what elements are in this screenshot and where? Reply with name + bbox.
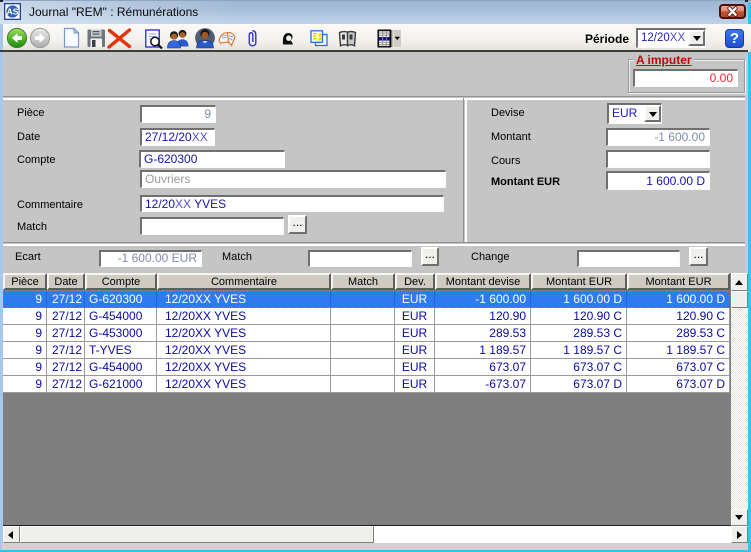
svg-text:AS: AS xyxy=(7,7,19,17)
